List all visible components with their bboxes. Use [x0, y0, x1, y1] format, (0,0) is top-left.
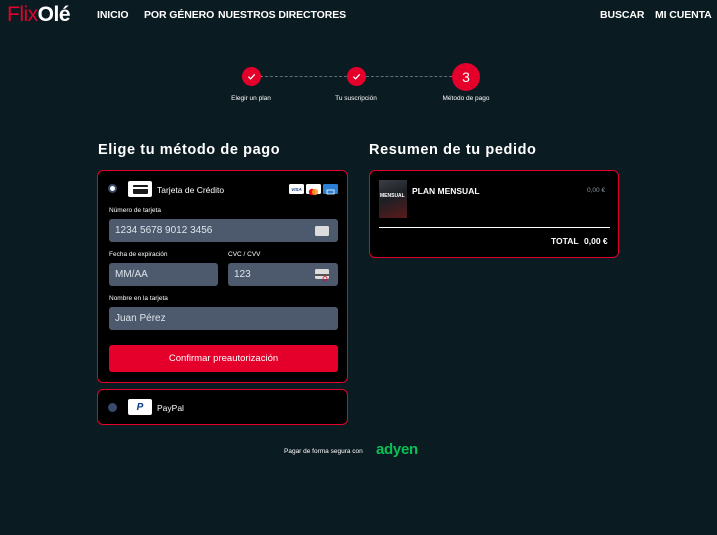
- paypal-icon: P: [128, 399, 152, 415]
- nav-mi-cuenta[interactable]: MI CUENTA: [655, 9, 712, 21]
- plan-name: PLAN MENSUAL: [412, 186, 480, 196]
- plan-poster-image: MENSUAL: [379, 180, 407, 218]
- expiry-label: Fecha de expiración: [109, 251, 168, 258]
- credit-card-icon: [128, 181, 152, 197]
- card-option-label: Tarjeta de Crédito: [157, 185, 225, 195]
- confirm-preauthorization-button[interactable]: Confirmar preautorización: [109, 345, 338, 372]
- flixole-logo[interactable]: FlixOlé: [7, 3, 71, 27]
- card-number-card-icon: [315, 226, 329, 236]
- step-1-check-icon: [242, 67, 261, 86]
- expiry-input[interactable]: MM/AA: [109, 263, 218, 286]
- nav-nuestros-directores[interactable]: NUESTROS DIRECTORES: [218, 9, 346, 21]
- paypal-radio[interactable]: [108, 403, 117, 412]
- summary-divider: [379, 227, 610, 228]
- total-value: 0,00 €: [584, 236, 608, 246]
- payment-method-title: Elige tu método de pago: [98, 142, 281, 158]
- paypal-option-label: PayPal: [157, 403, 184, 413]
- card-number-input[interactable]: 1234 5678 9012 3456: [109, 219, 338, 242]
- nav-inicio[interactable]: INICIO: [97, 9, 129, 21]
- step-2-check-icon: [347, 67, 366, 86]
- card-radio[interactable]: [108, 184, 117, 193]
- stepper-connector: [366, 76, 452, 77]
- nav-buscar[interactable]: BUSCAR: [600, 9, 644, 21]
- amex-icon: [323, 184, 338, 195]
- holder-label: Nombre en la tarjeta: [109, 295, 168, 302]
- total-label: TOTAL: [551, 236, 579, 246]
- step-1-label: Elegir un plan: [231, 95, 271, 102]
- mastercard-icon: [306, 184, 321, 196]
- plan-price: 0,00 €: [587, 187, 606, 194]
- order-summary-title: Resumen de tu pedido: [369, 142, 537, 158]
- step-3-label: Método de pago: [442, 95, 490, 102]
- step-3-number: 3: [452, 63, 480, 91]
- step-2-label: Tu suscripción: [335, 95, 377, 102]
- card-number-label: Número de tarjeta: [109, 207, 162, 214]
- visa-icon: VISA: [289, 184, 304, 194]
- nav-por-genero[interactable]: POR GÉNERO: [144, 9, 214, 21]
- secure-payment-text: Pagar de forma segura con: [284, 448, 363, 455]
- holder-input[interactable]: Juan Pérez: [109, 307, 338, 330]
- top-nav-bar: FlixOlé INICIO POR GÉNERO NUESTROS DIREC…: [0, 0, 717, 30]
- stepper-connector: [260, 76, 347, 77]
- adyen-logo: adyen: [376, 441, 418, 458]
- cvc-card-icon: [315, 269, 329, 281]
- cvc-label: CVC / CVV: [228, 251, 261, 258]
